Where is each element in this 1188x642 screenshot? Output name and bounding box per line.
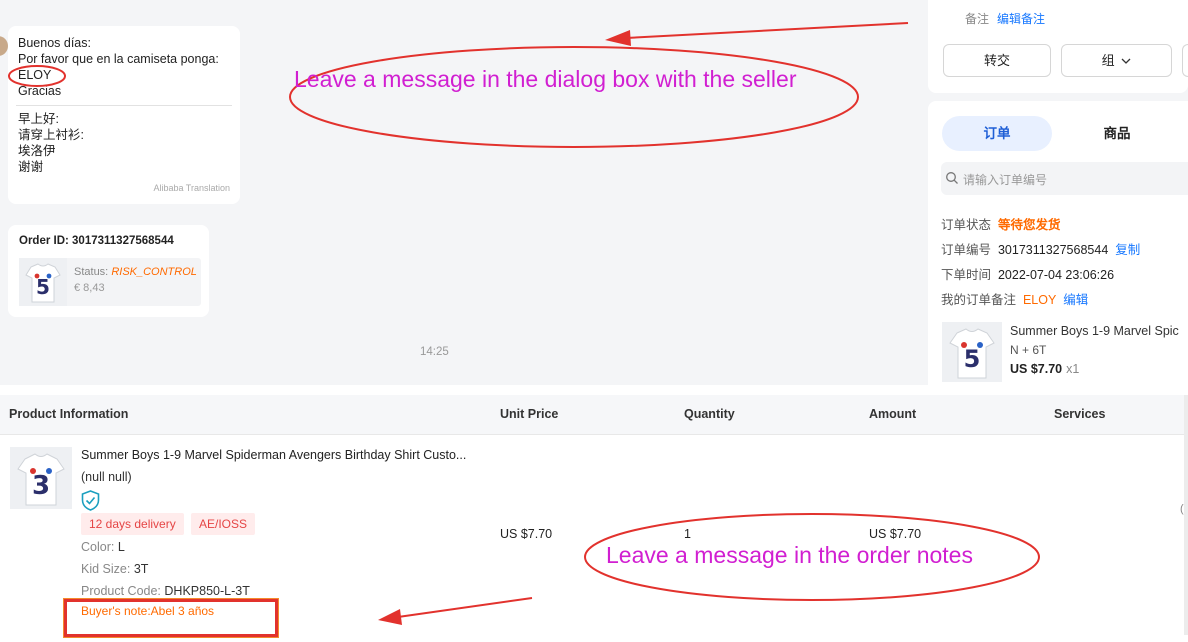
status-label: Status: — [74, 266, 109, 278]
panel-product-qty: x1 — [1066, 362, 1080, 376]
order-number-value: 3017311327568544 — [997, 243, 1109, 257]
order-side-panel: 备注 编辑备注 转交 组 订单 商品 请输入订单编号 订单状态 等待您发货 订单… — [928, 0, 1188, 385]
product-subtitle: (null null) — [81, 470, 132, 484]
product-thumbnail-icon: 5 — [942, 322, 1002, 382]
message-line: Por favor que en la camiseta ponga: — [18, 52, 219, 66]
order-card-body: 5 Status: RISK_CONTROL € 8,43 — [19, 258, 201, 306]
tshirt-thumbnail-icon: 5 — [19, 258, 67, 306]
header-product-info: Product Information — [9, 407, 129, 421]
scrollbar[interactable] — [1184, 395, 1188, 635]
order-card-status: Status: RISK_CONTROL — [74, 266, 197, 278]
chat-area: Buenos días: Por favor que en la camiset… — [0, 0, 928, 385]
order-card-price: € 8,43 — [74, 282, 105, 294]
delivery-tag: 12 days delivery — [81, 513, 184, 535]
order-number-label: 订单编号 — [941, 243, 992, 257]
buyer-message-bubble: Buenos días: Por favor que en la camiset… — [8, 26, 240, 204]
my-note-value: ELOY — [1022, 293, 1057, 307]
order-time-label: 下单时间 — [941, 268, 992, 282]
message-line-name: ELOY — [18, 68, 52, 82]
header-services: Services — [1054, 407, 1106, 421]
translation-divider — [16, 105, 232, 106]
order-card[interactable]: Order ID: 3017311327568544 5 Status: RIS… — [8, 225, 209, 317]
search-placeholder: 请输入订单编号 — [963, 173, 1048, 187]
panel-product-sku: N + 6T — [1010, 343, 1047, 357]
svg-text:5: 5 — [36, 275, 50, 299]
group-dropdown-button[interactable]: 组 — [1061, 44, 1172, 77]
tab-orders[interactable]: 订单 — [942, 116, 1052, 151]
ioss-tag: AE/IOSS — [191, 513, 256, 535]
product-code-value: DHKP850-L-3T — [164, 584, 250, 598]
top-annotation-text: Leave a message in the dialog box with t… — [294, 66, 797, 92]
product-title-link[interactable]: Summer Boys 1-9 Marvel Spiderman Avenger… — [81, 448, 466, 462]
edit-note-link[interactable]: 编辑备注 — [997, 10, 1045, 27]
product-code-attribute: Product Code: DHKP850-L-3T — [81, 584, 250, 598]
buyer-avatar[interactable] — [0, 36, 8, 56]
header-quantity: Quantity — [684, 407, 735, 421]
group-button-label: 组 — [1101, 53, 1115, 68]
order-time-row: 下单时间 2022-07-04 23:06:26 — [941, 264, 1114, 283]
my-order-note-row: 我的订单备注 ELOY 编辑 — [941, 289, 1088, 308]
message-line: Gracias — [18, 84, 62, 98]
translation-line: 埃洛伊 — [18, 144, 56, 158]
bottom-annotation-text: Leave a message in the order notes — [606, 542, 973, 568]
order-status-row: 订单状态 等待您发货 — [941, 214, 1060, 233]
svg-text:5: 5 — [964, 345, 981, 373]
header-unit-price: Unit Price — [500, 407, 559, 421]
color-value: L — [117, 540, 125, 554]
order-search-input[interactable]: 请输入订单编号 — [941, 162, 1188, 195]
product-code-label: Product Code: — [81, 584, 161, 598]
chevron-down-icon — [1121, 58, 1131, 64]
copy-link[interactable]: 复制 — [1115, 243, 1140, 257]
translation-line: 早上好: — [18, 112, 59, 126]
translation-line: 谢谢 — [18, 160, 44, 174]
header-amount: Amount — [869, 407, 917, 421]
tab-products[interactable]: 商品 — [1062, 116, 1172, 151]
order-status-value: 等待您发货 — [997, 218, 1061, 232]
order-table: Product Information Unit Price Quantity … — [0, 395, 1188, 642]
more-button[interactable] — [1182, 44, 1188, 77]
verified-shield-icon — [81, 490, 100, 511]
order-number-row: 订单编号 3017311327568544 复制 — [941, 239, 1140, 258]
order-status-label: 订单状态 — [941, 218, 992, 232]
translation-provider: Alibaba Translation — [153, 183, 230, 193]
panel-price-value: US $7.70 — [1010, 362, 1063, 376]
quantity-cell: 1 — [684, 527, 691, 541]
transfer-button[interactable]: 转交 — [943, 44, 1051, 77]
kid-size-label: Kid Size: — [81, 562, 131, 576]
kid-size-value: 3T — [133, 562, 149, 576]
note-label: 备注 — [965, 12, 990, 26]
panel-product-price: US $7.70 x1 — [1010, 362, 1079, 376]
chat-timestamp: 14:25 — [420, 346, 449, 358]
my-note-edit-link[interactable]: 编辑 — [1063, 293, 1088, 307]
translation-line: 请穿上衬衫: — [18, 128, 84, 142]
buyer-note-highlight-box — [64, 599, 278, 637]
order-detail-card: 订单 商品 请输入订单编号 订单状态 等待您发货 订单编号 3017311327… — [928, 101, 1188, 385]
status-value: RISK_CONTROL — [111, 266, 197, 278]
panel-product-name[interactable]: Summer Boys 1-9 Marvel Spic — [1010, 324, 1179, 338]
svg-text:3: 3 — [32, 471, 50, 501]
table-header: Product Information Unit Price Quantity … — [0, 395, 1188, 435]
amount-cell: US $7.70 — [869, 527, 922, 541]
panel-actions-card: 备注 编辑备注 转交 组 — [928, 0, 1188, 93]
color-attribute: Color: L — [81, 540, 125, 554]
my-note-label: 我的订单备注 — [941, 293, 1017, 307]
unit-price-cell: US $7.70 — [500, 527, 553, 541]
product-image-icon: 3 — [10, 447, 72, 509]
kid-size-attribute: Kid Size: 3T — [81, 562, 148, 576]
color-label: Color: — [81, 540, 115, 554]
order-time-value: 2022-07-04 23:06:26 — [997, 268, 1115, 282]
order-card-id: Order ID: 3017311327568544 — [19, 235, 174, 247]
search-icon — [946, 172, 958, 184]
message-line: Buenos días: — [18, 36, 91, 50]
